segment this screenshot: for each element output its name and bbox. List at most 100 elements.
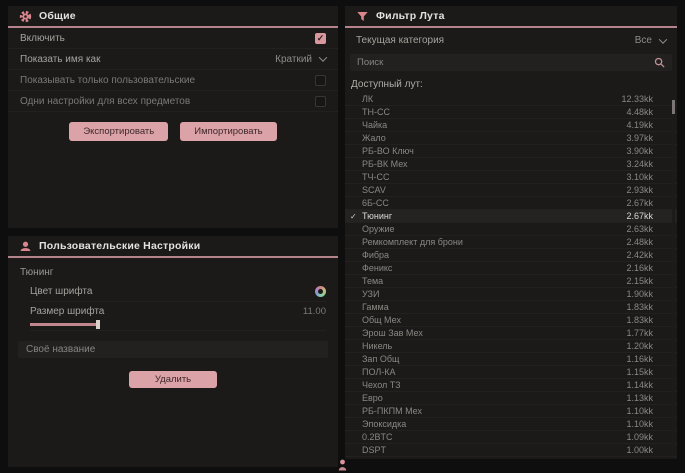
same-settings-label: Одни настройки для всех предметов <box>20 96 190 107</box>
loot-item-value: 2.93kk <box>626 185 653 195</box>
loot-item-name: Жало <box>362 133 386 143</box>
loot-item-value: 3.97kk <box>626 133 653 143</box>
loot-item-name: РБ-ВК Мех <box>362 159 408 169</box>
loot-item-value: 1.10kk <box>626 419 653 429</box>
loot-item-row[interactable]: ✓ УЗИ 1.90kk <box>345 288 677 301</box>
loot-item-name: УЗИ <box>362 289 379 299</box>
user-icon <box>19 240 32 253</box>
loot-item-row[interactable]: ✓ РБ-ПКПМ Мех 1.10kk <box>345 405 677 418</box>
loot-item-row[interactable]: ✓ 6Б-СС 2.67kk <box>345 197 677 210</box>
loot-item-row[interactable]: ✓ ЛК 12.33kk <box>345 93 677 106</box>
loot-item-row[interactable]: ✓ ТЧ-СС 3.10kk <box>345 171 677 184</box>
loot-item-value: 12.33kk <box>621 94 653 104</box>
loot-item-row[interactable]: ✓ Общ Мех 1.83kk <box>345 314 677 327</box>
loot-item-name: Чехол ТЗ <box>362 380 401 390</box>
only-custom-checkbox[interactable]: ✓ <box>315 75 326 86</box>
loot-item-row[interactable]: ✓ Гамма 1.83kk <box>345 301 677 314</box>
loot-item-value: 1.14kk <box>626 380 653 390</box>
custom-panel-title: Пользовательские Настройки <box>39 240 200 252</box>
loot-item-row[interactable]: ✓ Оружие 2.63kk <box>345 223 677 236</box>
loot-item-value: 2.67kk <box>626 211 653 221</box>
loot-item-name: ЛК <box>362 94 373 104</box>
search-icon[interactable] <box>654 57 665 68</box>
loot-item-value: 2.48kk <box>626 237 653 247</box>
loot-item-row[interactable]: ✓ Зап Общ 1.16kk <box>345 353 677 366</box>
show-name-row: Показать имя как Краткий <box>8 49 338 70</box>
loot-item-value: 1.20kk <box>626 341 653 351</box>
loot-item-row[interactable]: ✓ Чехол ТЗ 1.14kk <box>345 379 677 392</box>
loot-item-value: 1.90kk <box>626 289 653 299</box>
general-panel-header: Общие <box>8 6 338 28</box>
loot-item-row[interactable]: ✓ SCAV 2.93kk <box>345 184 677 197</box>
loot-item-row[interactable]: ✓ DSPT 1.00kk <box>345 444 677 457</box>
loot-item-name: Тюнинг <box>362 211 392 221</box>
show-name-label: Показать имя как <box>20 54 100 65</box>
color-wheel-icon[interactable] <box>315 286 326 297</box>
loot-item-name: Эпоксидка <box>362 419 406 429</box>
loot-item-value: 1.15kk <box>626 367 653 377</box>
loot-item-row[interactable]: ✓ Эпоксидка 1.10kk <box>345 418 677 431</box>
loot-item-name: Эрош Зав Мех <box>362 328 423 338</box>
enable-label: Включить <box>20 33 65 44</box>
current-category-label: Текущая категория <box>356 35 444 46</box>
loot-item-value: 1.13kk <box>626 393 653 403</box>
loot-item-name: Феникс <box>362 263 392 273</box>
loot-item-value: 3.24kk <box>626 159 653 169</box>
loot-item-name: РБ-ПКПМ Мех <box>362 406 422 416</box>
import-button[interactable]: Импортировать <box>180 122 276 141</box>
search-box <box>350 54 672 71</box>
loot-item-name: Никель <box>362 341 392 351</box>
loot-item-row[interactable]: ✓ Никель 1.20kk <box>345 340 677 353</box>
loot-item-row[interactable]: ✓ Тюнинг 2.67kk <box>345 210 677 223</box>
loot-item-row[interactable]: ✓ ТН-СС 4.48kk <box>345 106 677 119</box>
loot-item-row[interactable]: ✓ Эрош Зав Мех 1.77kk <box>345 327 677 340</box>
loot-item-value: 2.16kk <box>626 263 653 273</box>
show-name-dropdown[interactable]: Краткий <box>275 54 326 65</box>
enable-row: Включить ✓ <box>8 28 338 49</box>
footer-figure-icon <box>338 459 347 471</box>
loot-item-row[interactable]: ✓ Тема 2.15kk <box>345 275 677 288</box>
loot-item-row[interactable]: ✓ Ремкомплект для брони 2.48kk <box>345 236 677 249</box>
loot-item-value: 1.09kk <box>626 432 653 442</box>
export-button[interactable]: Экспортировать <box>69 122 168 141</box>
loot-item-name: 6Б-СС <box>362 198 389 208</box>
loot-item-value: 1.77kk <box>626 328 653 338</box>
scrollbar-thumb[interactable] <box>672 100 675 114</box>
loot-item-row[interactable]: ✓ ПОЛ-КА 1.15kk <box>345 366 677 379</box>
loot-item-row[interactable]: ✓ Жало 3.97kk <box>345 132 677 145</box>
gear-icon <box>19 10 32 23</box>
loot-item-name: Оружие <box>362 224 395 234</box>
loot-item-row[interactable]: ✓ РБ-ВО Ключ 3.90kk <box>345 145 677 158</box>
show-name-value: Краткий <box>275 54 312 65</box>
loot-list: ✓ ЛК 12.33kk ✓ ТН-СС 4.48kk ✓ Чайка 4.19… <box>345 93 677 457</box>
search-input[interactable] <box>357 57 654 68</box>
loot-item-value: 3.90kk <box>626 146 653 156</box>
loot-item-row[interactable]: ✓ Фибра 2.42kk <box>345 249 677 262</box>
loot-item-row[interactable]: ✓ Евро 1.13kk <box>345 392 677 405</box>
selected-item-group-label: Тюнинг <box>20 267 326 278</box>
loot-list-scrollbar[interactable] <box>672 98 675 455</box>
loot-item-row[interactable]: ✓ 0.2BTC 1.09kk <box>345 431 677 444</box>
same-settings-checkbox[interactable]: ✓ <box>315 96 326 107</box>
font-color-row: Цвет шрифта <box>30 282 326 302</box>
loot-item-name: SCAV <box>362 185 386 195</box>
font-size-slider[interactable] <box>30 320 326 331</box>
loot-item-row[interactable]: ✓ Феникс 2.16kk <box>345 262 677 275</box>
export-import-row: Экспортировать Импортировать <box>8 122 338 141</box>
enable-checkbox[interactable]: ✓ <box>315 33 326 44</box>
loot-item-value: 1.10kk <box>626 406 653 416</box>
loot-item-row[interactable]: ✓ Чайка 4.19kk <box>345 119 677 132</box>
loot-item-value: 2.67kk <box>626 198 653 208</box>
loot-item-row[interactable]: ✓ РБ-ВК Мех 3.24kk <box>345 158 677 171</box>
loot-item-value: 1.83kk <box>626 302 653 312</box>
delete-button[interactable]: Удалить <box>129 371 217 388</box>
loot-item-value: 1.16kk <box>626 354 653 364</box>
category-dropdown[interactable]: Все <box>635 35 666 46</box>
loot-item-name: Ремкомплект для брони <box>362 237 463 247</box>
loot-item-name: Фибра <box>362 250 389 260</box>
slider-thumb[interactable] <box>96 320 100 329</box>
custom-name-input[interactable] <box>18 341 328 358</box>
loot-item-name: 0.2BTC <box>362 432 393 442</box>
loot-item-name: ТН-СС <box>362 107 390 117</box>
general-panel: Общие Включить ✓ Показать имя как Кратки… <box>8 6 338 228</box>
